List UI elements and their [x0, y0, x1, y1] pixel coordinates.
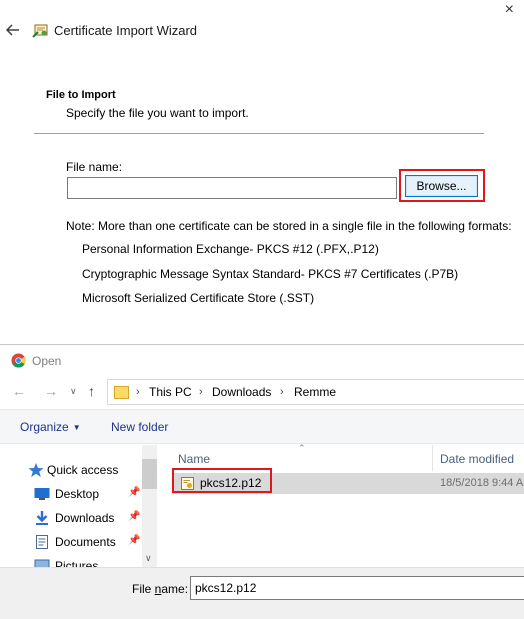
organize-label: Organize: [20, 420, 69, 434]
dialog-titlebar: Open: [0, 345, 524, 375]
forward-arrow-icon[interactable]: →: [44, 384, 58, 398]
file-name-bar: File name:: [0, 567, 524, 619]
folder-icon: [114, 386, 129, 399]
wizard-title: Certificate Import Wizard: [54, 23, 198, 38]
close-icon[interactable]: ×: [505, 2, 514, 18]
file-list-pane: ⌃ Name Date modified pkcs12.p12 18/5/201…: [160, 443, 524, 567]
certificate-import-wizard: × Certificate Import Wizard File to Impo…: [0, 0, 524, 344]
back-arrow-icon[interactable]: [4, 21, 22, 39]
organize-button[interactable]: Organize ▼: [20, 420, 81, 434]
breadcrumb-remme[interactable]: Remme: [294, 385, 336, 399]
sort-ascending-icon: ⌃: [298, 443, 306, 453]
new-folder-button[interactable]: New folder: [111, 420, 168, 434]
file-name-label: File name:: [66, 160, 123, 174]
breadcrumb-chevron-icon[interactable]: ›: [280, 386, 284, 398]
browse-button[interactable]: Browse...: [405, 175, 478, 197]
up-arrow-icon[interactable]: ↑: [88, 384, 95, 398]
section-description: Specify the file you want to import.: [66, 106, 249, 120]
chrome-icon: [11, 353, 26, 368]
format-pfx: Personal Information Exchange- PKCS #12 …: [82, 242, 379, 256]
file-name-label-prefix: File: [132, 582, 155, 596]
pin-icon[interactable]: 📌: [128, 487, 140, 498]
caret-down-icon: ▼: [72, 423, 81, 432]
dialog-title: Open: [32, 354, 62, 368]
breadcrumb-downloads[interactable]: Downloads: [212, 385, 271, 399]
header-divider: [34, 133, 484, 134]
breadcrumb-this-pc[interactable]: This PC: [149, 385, 192, 399]
back-arrow-icon[interactable]: ←: [12, 384, 26, 398]
file-name-label-suffix: ame:: [161, 582, 189, 596]
format-sst: Microsoft Serialized Certificate Store (…: [82, 291, 315, 305]
pin-icon[interactable]: 📌: [128, 511, 140, 522]
documents-icon: [36, 535, 48, 549]
recent-locations-chevron-icon[interactable]: ∨: [70, 387, 77, 396]
column-divider[interactable]: [432, 445, 433, 471]
nav-scrollbar-thumb[interactable]: [142, 459, 157, 489]
formats-note: Note: More than one certificate can be s…: [66, 219, 512, 233]
pictures-icon: [34, 559, 50, 567]
file-name-combobox[interactable]: [190, 576, 524, 600]
file-highlight-box: [172, 468, 272, 493]
address-bar[interactable]: › This PC › Downloads › Remme: [107, 379, 524, 405]
format-p7b: Cryptographic Message Syntax Standard- P…: [82, 267, 459, 281]
navigation-bar: ← → ∨ ↑ › This PC › Downloads › Remme: [0, 375, 524, 409]
scroll-down-chevron-icon[interactable]: ∨: [145, 553, 152, 564]
certificate-wizard-icon: [32, 24, 48, 38]
navigation-pane: Quick access Desktop 📌 Downloads 📌 Docum…: [0, 445, 158, 567]
download-icon: [36, 511, 48, 525]
pin-icon[interactable]: 📌: [128, 535, 140, 546]
desktop-icon: [34, 488, 50, 500]
nav-item-pictures[interactable]: Pictures: [34, 559, 134, 567]
star-icon: [28, 463, 44, 477]
breadcrumb-chevron-icon[interactable]: ›: [136, 386, 140, 398]
breadcrumb-chevron-icon[interactable]: ›: [199, 386, 203, 398]
command-toolbar: Organize ▼ New folder: [0, 409, 524, 444]
file-date-modified: 18/5/2018 9:44 A: [440, 477, 524, 489]
file-name-input[interactable]: [67, 177, 397, 199]
section-title: File to Import: [46, 89, 116, 101]
file-name-label: File name:: [132, 582, 188, 596]
